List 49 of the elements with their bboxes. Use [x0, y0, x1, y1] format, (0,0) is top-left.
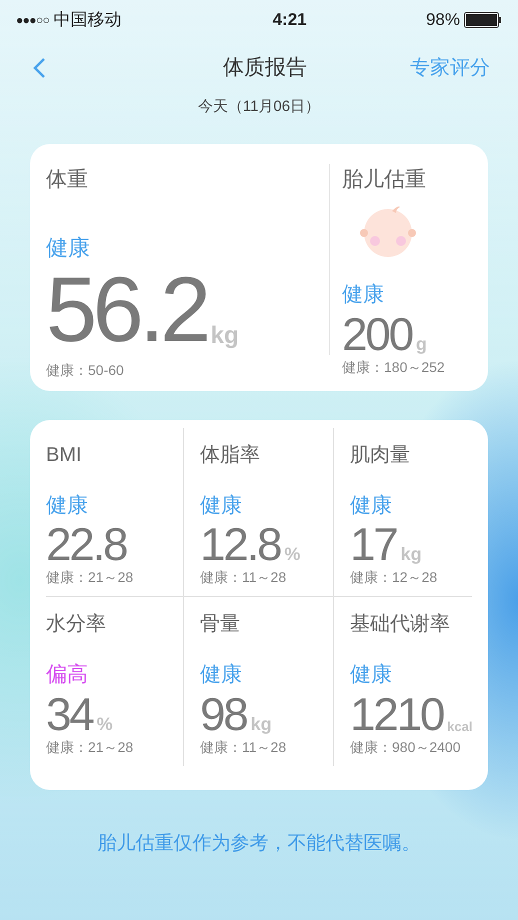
status-text: 健康 [342, 282, 385, 308]
metric-label: 体脂率 [200, 442, 261, 468]
status-text: 健康 [200, 662, 243, 688]
date-text: 今天（11月06日） [198, 97, 320, 117]
range-text: 健康：180～252 [342, 358, 446, 376]
range-text: 健康：21～28 [46, 738, 134, 756]
metric-label: 体重 [46, 166, 89, 192]
back-icon [32, 57, 46, 79]
metric-label: 肌肉量 [350, 442, 411, 468]
status-text: 健康 [350, 662, 393, 688]
battery-percent: 98% [426, 9, 460, 32]
metric-label: 胎儿估重 [342, 166, 427, 192]
range-text: 健康：11～28 [200, 568, 288, 587]
status-text: 健康 [46, 234, 91, 262]
range-text: 健康：12～28 [350, 568, 438, 587]
metric-value: 17 [350, 521, 397, 567]
unit-label: kg [250, 714, 272, 732]
metric-value: 98 [200, 690, 247, 736]
disclaimer-text: 胎儿估重仅作为参考，不能代替医嘱。 [98, 832, 420, 856]
status-text: 健康 [200, 492, 243, 518]
carrier-name: 中国移动 [53, 9, 122, 32]
status-text: 偏高 [46, 662, 89, 688]
unit-label: kcal [447, 720, 472, 732]
page-title: 体质报告 [223, 55, 307, 82]
signal-dots: ●●●○○ [16, 12, 50, 29]
metric-label: 基础代谢率 [350, 612, 451, 637]
range-text: 健康：50-60 [46, 361, 125, 380]
range-text: 健康：21～28 [46, 568, 134, 587]
metric-value: 12.8 [200, 521, 280, 567]
unit-label: kg [210, 324, 239, 348]
metric-value: 34 [46, 690, 93, 736]
metric-value: 56.2 [46, 264, 207, 356]
range-text: 健康：11～28 [200, 738, 288, 756]
expert-rating-link[interactable]: 专家评分 [410, 53, 490, 83]
metric-label: 骨量 [200, 612, 241, 637]
clock-time: 4:21 [272, 9, 307, 32]
metric-value: 22.8 [46, 521, 126, 567]
unit-label: kg [400, 545, 422, 563]
battery-icon [464, 12, 502, 28]
metric-label: BMI [46, 442, 83, 468]
status-text: 健康 [350, 492, 393, 518]
metric-label: 水分率 [46, 612, 107, 637]
unit-label: % [96, 714, 113, 732]
metric-value: 1210 [350, 690, 444, 736]
range-text: 健康：980～2400 [350, 738, 462, 756]
unit-label: g [416, 334, 427, 352]
unit-label: % [284, 545, 300, 563]
metric-value: 200 [342, 310, 412, 356]
status-text: 健康 [46, 492, 89, 518]
